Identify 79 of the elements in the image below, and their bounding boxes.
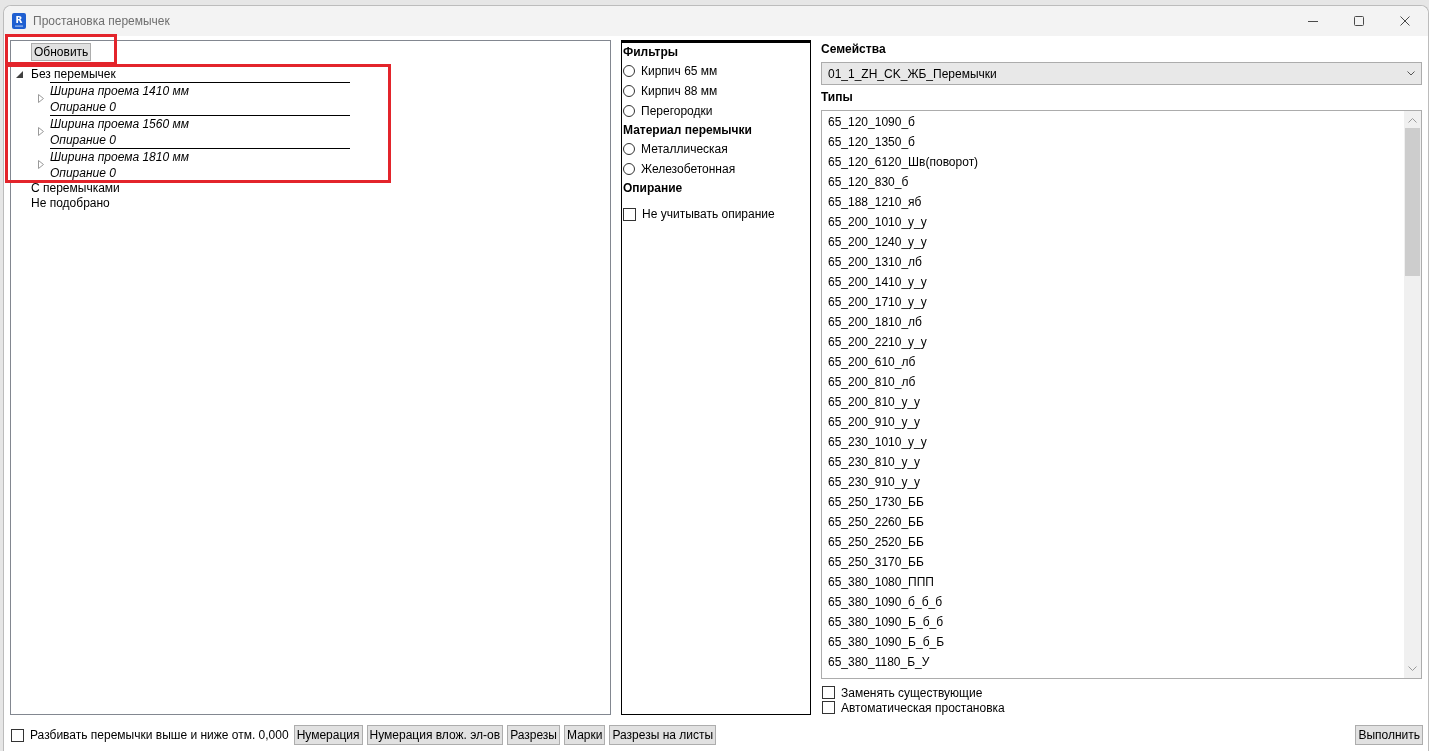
action-button[interactable]: Разрезы — [507, 725, 560, 745]
list-item[interactable]: 65_200_1410_у_у — [822, 272, 1404, 292]
refresh-button[interactable]: Обновить — [31, 43, 92, 61]
checkbox[interactable] — [11, 728, 24, 742]
checkbox[interactable] — [623, 207, 636, 221]
section-heading: Фильтры — [623, 44, 680, 61]
list-item[interactable]: 65_230_910_у_у — [822, 472, 1404, 492]
list-item[interactable]: 65_200_1010_у_у — [822, 212, 1404, 232]
radio-label[interactable]: Кирпич 65 мм — [641, 64, 718, 78]
tree-item[interactable]: Ширина проема 1810 мм — [50, 149, 350, 165]
tree-item-detail: Опирание 0 — [50, 132, 117, 148]
tree-item[interactable]: Без перемычек — [31, 67, 116, 82]
checkbox-label[interactable]: Не учитывать опирание — [642, 207, 775, 221]
app-icon: R — [12, 13, 26, 29]
list-item[interactable]: 65_230_1010_у_у — [822, 432, 1404, 452]
caret-down-icon[interactable] — [16, 71, 23, 78]
radio-button[interactable] — [623, 65, 635, 77]
field-label: Семейства — [821, 42, 887, 56]
tree-item[interactable]: Ширина проема 1410 мм — [50, 83, 350, 99]
tree-item-detail: Опирание 0 — [50, 99, 117, 115]
checkbox[interactable] — [822, 686, 835, 699]
window-title: Простановка перемычек — [33, 14, 170, 28]
radio-label[interactable]: Кирпич 88 мм — [641, 84, 718, 98]
list-item[interactable]: 65_200_1240_у_у — [822, 232, 1404, 252]
list-item[interactable]: 65_200_2210_у_у — [822, 332, 1404, 352]
checkbox-label[interactable]: Разбивать перемычки выше и ниже отм. 0,000 — [30, 728, 289, 742]
caret-right-icon[interactable] — [38, 127, 44, 136]
tree-item[interactable]: Не подобрано — [31, 196, 110, 211]
tree-item[interactable]: С перемычками — [31, 181, 120, 196]
list-item[interactable]: 65_188_1210_яб — [822, 192, 1404, 212]
list-item[interactable]: 65_380_1090_Б_б_б — [822, 612, 1404, 632]
close-icon[interactable] — [1400, 16, 1410, 26]
list-item[interactable]: 65_230_810_у_у — [822, 452, 1404, 472]
checkbox-label[interactable]: Автоматическая простановка — [841, 700, 1005, 715]
list-item[interactable]: 65_250_2260_ББ — [822, 512, 1404, 532]
section-heading: Опирание — [623, 180, 684, 197]
list-item[interactable]: 65_120_1350_б — [822, 132, 1404, 152]
field-label: Типы — [821, 90, 854, 104]
scroll-thumb[interactable] — [1405, 128, 1420, 276]
caret-right-icon[interactable] — [38, 160, 44, 169]
radio-label[interactable]: Перегородки — [641, 104, 713, 118]
list-item[interactable]: 65_120_1090_б — [822, 112, 1404, 132]
action-button[interactable]: Нумерация влож. эл-ов — [366, 725, 504, 745]
list-item[interactable]: 65_200_1310_лб — [822, 252, 1404, 272]
radio-button[interactable] — [623, 163, 635, 175]
chevron-down-icon[interactable] — [1407, 71, 1415, 76]
list-item[interactable]: 65_380_1080_ППП — [822, 572, 1404, 592]
list-item[interactable]: 65_380_1180_Б_У — [822, 652, 1404, 672]
list-item[interactable]: 65_200_1710_у_у — [822, 292, 1404, 312]
caret-right-icon[interactable] — [38, 94, 44, 103]
list-item[interactable]: 65_200_910_у_у — [822, 412, 1404, 432]
list-item[interactable]: 65_120_830_б — [822, 172, 1404, 192]
action-button[interactable]: Нумерация — [293, 725, 363, 745]
list-item[interactable]: 65_200_1810_лб — [822, 312, 1404, 332]
list-item[interactable]: 65_250_1730_ББ — [822, 492, 1404, 512]
radio-button[interactable] — [623, 85, 635, 97]
list-item[interactable]: 65_380_1090_Б_б_Б — [822, 632, 1404, 652]
minimize-icon[interactable] — [1308, 20, 1318, 22]
list-item[interactable]: 65_200_610_лб — [822, 352, 1404, 372]
radio-button[interactable] — [623, 105, 635, 117]
checkbox-label[interactable]: Заменять существующие — [841, 685, 983, 700]
tree-item[interactable]: Ширина проема 1560 мм — [50, 116, 350, 132]
action-button[interactable]: Разрезы на листы — [609, 725, 717, 745]
radio-label[interactable]: Металлическая — [641, 142, 728, 156]
list-item[interactable]: 65_200_810_лб — [822, 372, 1404, 392]
radio-label[interactable]: Железобетонная — [641, 162, 736, 176]
radio-button[interactable] — [623, 143, 635, 155]
checkbox[interactable] — [822, 701, 835, 714]
tree-item-detail: Опирание 0 — [50, 165, 117, 181]
maximize-icon[interactable] — [1354, 16, 1364, 26]
list-item[interactable]: 65_120_6120_Шв(поворот) — [822, 152, 1404, 172]
list-item[interactable]: 65_250_2520_ББ — [822, 532, 1404, 552]
family-dropdown[interactable]: 01_1_ZH_CK_ЖБ_Перемычки — [821, 62, 1422, 85]
action-button[interactable]: Марки — [564, 725, 606, 745]
list-item[interactable]: 65_380_1090_б_б_б — [822, 592, 1404, 612]
section-heading: Материал перемычки — [623, 122, 753, 139]
run-button[interactable]: Выполнить — [1355, 725, 1423, 745]
list-item[interactable]: 65_200_810_у_у — [822, 392, 1404, 412]
list-item[interactable]: 65_250_3170_ББ — [822, 552, 1404, 572]
